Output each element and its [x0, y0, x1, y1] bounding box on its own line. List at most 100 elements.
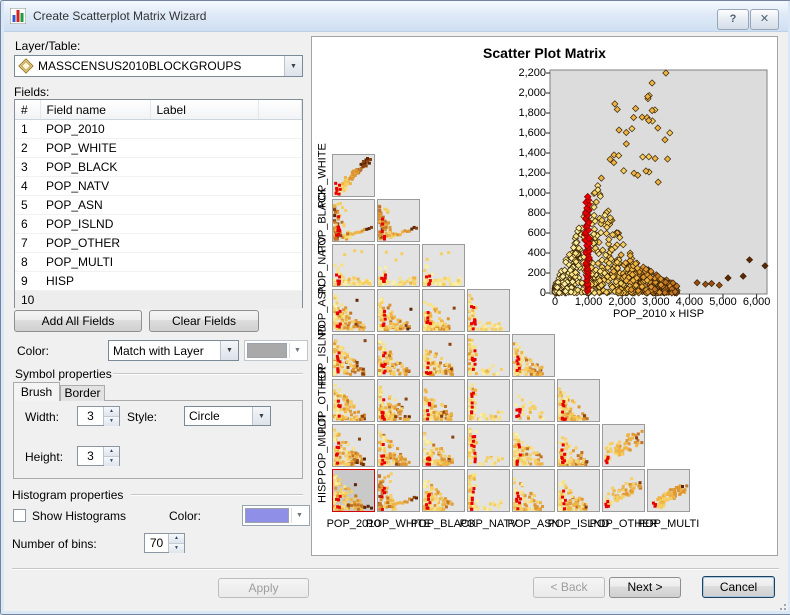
matrix-cell-HISP-x-POP_BLACK[interactable] [422, 469, 465, 512]
matrix-cell-POP_ISLND-x-POP_BLACK[interactable] [422, 334, 465, 377]
tab-border[interactable]: Border [60, 385, 105, 401]
matrix-cell-POP_OTHER-x-POP_2010[interactable] [332, 379, 375, 422]
width-label: Width: [25, 410, 60, 424]
matrix-cell-POP_BLACK-x-POP_2010[interactable] [332, 199, 375, 242]
up-arrow-icon[interactable]: ▲ [104, 407, 119, 416]
table-row[interactable]: 2 POP_WHITE [15, 138, 302, 158]
table-row[interactable]: 3 POP_BLACK [15, 157, 302, 177]
matrix-cell-HISP-x-POP_2010[interactable] [332, 469, 375, 512]
y-tick-label: 800 [527, 207, 546, 219]
matrix-cell-POP_ASN-x-POP_2010[interactable] [332, 289, 375, 332]
layer-table-combobox[interactable]: MASSCENSUS2010BLOCKGROUPS ▼ [14, 55, 303, 77]
layer-icon [18, 58, 34, 74]
height-value: 3 [87, 449, 94, 463]
matrix-cell-POP_NATV-x-POP_WHITE[interactable] [377, 244, 420, 287]
y-tick-label: 1,400 [518, 147, 546, 159]
matrix-cell-HISP-x-POP_WHITE[interactable] [377, 469, 420, 512]
layer-table-value: MASSCENSUS2010BLOCKGROUPS [38, 59, 242, 73]
table-row[interactable]: 5 POP_ASN [15, 195, 302, 215]
matrix-cell-POP_MULTI-x-POP_ASN[interactable] [512, 424, 555, 467]
cancel-button[interactable]: Cancel [702, 576, 775, 598]
matrix-cell-POP_ASN-x-POP_WHITE[interactable] [377, 289, 420, 332]
histogram-color-swatch[interactable]: ▼ [242, 505, 310, 526]
main-plot [546, 69, 769, 298]
show-histograms-checkbox[interactable] [13, 509, 26, 522]
matrix-cell-POP_MULTI-x-POP_WHITE[interactable] [377, 424, 420, 467]
matrix-cell-POP_ISLND-x-POP_NATV[interactable] [467, 334, 510, 377]
title-bar[interactable]: Create Scatterplot Matrix Wizard ? ✕ [1, 1, 790, 32]
col-header-fieldname[interactable]: Field name [40, 100, 151, 120]
matrix-cell-HISP-x-POP_ISLND[interactable] [557, 469, 600, 512]
table-row[interactable]: 7 POP_OTHER [15, 233, 302, 253]
matrix-cell-POP_MULTI-x-POP_BLACK[interactable] [422, 424, 465, 467]
matrix-cell-POP_MULTI-x-POP_2010[interactable] [332, 424, 375, 467]
matrix-cell-POP_NATV-x-POP_BLACK[interactable] [422, 244, 465, 287]
chevron-down-icon[interactable]: ▼ [291, 508, 307, 523]
style-combobox[interactable]: Circle ▼ [184, 406, 271, 426]
matrix-cell-HISP-x-POP_ASN[interactable] [512, 469, 555, 512]
chevron-down-icon[interactable]: ▼ [284, 56, 302, 76]
matrix-cell-POP_OTHER-x-POP_ISLND[interactable] [557, 379, 600, 422]
fields-table[interactable]: # Field name Label 1 POP_2010 2 POP_WHITE 3 P… [14, 99, 303, 310]
layer-color-swatch: ▼ [244, 340, 308, 361]
close-button[interactable]: ✕ [750, 9, 779, 30]
matrix-cell-POP_OTHER-x-POP_WHITE[interactable] [377, 379, 420, 422]
table-row[interactable]: 4 POP_NATV [15, 176, 302, 196]
table-row[interactable]: 1 POP_2010 [15, 119, 302, 139]
window-title: Create Scatterplot Matrix Wizard [33, 9, 207, 23]
number-of-bins-label: Number of bins: [12, 537, 97, 551]
color-mode-combobox[interactable]: Match with Layer ▼ [108, 340, 239, 361]
fields-table-body: 1 POP_2010 2 POP_WHITE 3 POP_BLACK 4 POP_NATV 5 P… [15, 119, 302, 310]
down-arrow-icon[interactable]: ▼ [104, 456, 119, 466]
app-icon [10, 8, 26, 24]
matrix-cell-POP_ISLND-x-POP_2010[interactable] [332, 334, 375, 377]
matrix-cell-POP_WHITE-x-POP_2010[interactable] [332, 154, 375, 197]
col-header-num[interactable]: # [15, 100, 41, 120]
matrix-cell-POP_ISLND-x-POP_ASN[interactable] [512, 334, 555, 377]
resize-grip[interactable] [776, 600, 786, 610]
width-stepper[interactable]: 3 ▲ ▼ [77, 406, 120, 426]
tab-brush[interactable]: Brush [13, 382, 60, 401]
height-stepper[interactable]: 3 ▲ ▼ [77, 446, 120, 466]
table-row[interactable]: 10 [15, 290, 302, 310]
matrix-cell-POP_OTHER-x-POP_BLACK[interactable] [422, 379, 465, 422]
layer-table-label: Layer/Table: [15, 39, 81, 53]
matrix-cell-HISP-x-POP_MULTI[interactable] [647, 469, 690, 512]
matrix-cell-POP_OTHER-x-POP_ASN[interactable] [512, 379, 555, 422]
matrix-cell-POP_NATV-x-POP_2010[interactable] [332, 244, 375, 287]
clear-fields-button[interactable]: Clear Fields [149, 310, 259, 332]
up-arrow-icon[interactable]: ▲ [169, 534, 184, 543]
matrix-cell-POP_MULTI-x-POP_ISLND[interactable] [557, 424, 600, 467]
help-button[interactable]: ? [717, 9, 749, 30]
histogram-color-fill [245, 508, 289, 523]
table-row[interactable]: 6 POP_ISLND [15, 214, 302, 234]
back-button[interactable]: < Back [533, 577, 605, 598]
matrix-cell-POP_BLACK-x-POP_WHITE[interactable] [377, 199, 420, 242]
up-arrow-icon[interactable]: ▲ [104, 447, 119, 456]
table-row[interactable]: 8 POP_MULTI [15, 252, 302, 272]
matrix-cell-POP_ASN-x-POP_BLACK[interactable] [422, 289, 465, 332]
matrix-cell-POP_MULTI-x-POP_NATV[interactable] [467, 424, 510, 467]
next-button[interactable]: Next > [609, 577, 681, 598]
chevron-down-icon[interactable]: ▼ [252, 407, 270, 425]
col-header-label[interactable]: Label [150, 100, 259, 120]
matrix-cell-POP_MULTI-x-POP_OTHER[interactable] [602, 424, 645, 467]
down-arrow-icon[interactable]: ▼ [169, 543, 184, 553]
matrix-cell-HISP-x-POP_NATV[interactable] [467, 469, 510, 512]
y-tick-label: 1,000 [518, 187, 546, 199]
chevron-down-icon: ▼ [289, 343, 305, 358]
x-tick-label: 3,000 [642, 296, 670, 308]
bins-stepper[interactable]: 70 ▲ ▼ [144, 533, 185, 553]
x-tick-label: 1,000 [574, 296, 603, 308]
matrix-cell-POP_ISLND-x-POP_WHITE[interactable] [377, 334, 420, 377]
down-arrow-icon[interactable]: ▼ [104, 416, 119, 426]
table-row[interactable]: 9 HISP [15, 271, 302, 291]
chevron-down-icon[interactable]: ▼ [220, 341, 238, 360]
matrix-cell-HISP-x-POP_OTHER[interactable] [602, 469, 645, 512]
matrix-cell-POP_ASN-x-POP_NATV[interactable] [467, 289, 510, 332]
add-all-fields-button[interactable]: Add All Fields [14, 310, 142, 332]
y-tick-label: 2,000 [518, 87, 546, 99]
y-tick-label: 400 [527, 247, 546, 259]
apply-button[interactable]: Apply [218, 578, 309, 598]
matrix-cell-POP_OTHER-x-POP_NATV[interactable] [467, 379, 510, 422]
